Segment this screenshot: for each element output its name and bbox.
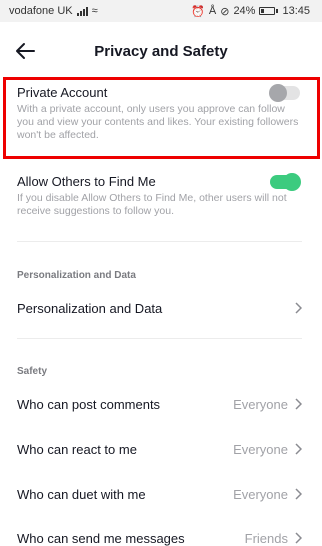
chevron-right-icon bbox=[295, 302, 302, 314]
row-value: Everyone bbox=[233, 441, 288, 457]
row-right: Everyone bbox=[233, 397, 302, 412]
section-label-safety: Safety bbox=[17, 366, 48, 377]
chevron-right-icon bbox=[295, 532, 302, 544]
private-account-description: With a private account, only users you a… bbox=[17, 103, 299, 141]
signal-icon bbox=[76, 6, 88, 16]
page-title: Privacy and Safety bbox=[94, 43, 228, 60]
toggle-knob bbox=[269, 84, 287, 102]
row-right: Everyone bbox=[233, 487, 302, 502]
divider bbox=[17, 241, 302, 242]
private-account-toggle[interactable] bbox=[269, 84, 300, 102]
carrier-label: vodafone UK bbox=[9, 5, 73, 17]
toggle-knob bbox=[283, 173, 301, 191]
row-label: Who can post comments bbox=[17, 396, 161, 412]
personalization-row[interactable]: Personalization and Data bbox=[17, 297, 302, 319]
safety-row-comments[interactable]: Who can post comments Everyone bbox=[17, 393, 302, 415]
safety-row-react[interactable]: Who can react to me Everyone bbox=[17, 438, 302, 460]
row-right: Everyone bbox=[233, 442, 302, 457]
mute-icon: ⊘ bbox=[220, 5, 230, 18]
row-label: Who can duet with me bbox=[17, 486, 146, 502]
row-label: Who can send me messages bbox=[17, 530, 185, 546]
row-right: Friends bbox=[245, 531, 302, 546]
row-value: Everyone bbox=[233, 396, 288, 412]
chevron-right-icon bbox=[295, 443, 302, 455]
find-me-description: If you disable Allow Others to Find Me, … bbox=[17, 192, 287, 217]
status-right: ⏰ Å ⊘ 24% 13:45 bbox=[191, 5, 310, 18]
battery-icon bbox=[259, 7, 279, 15]
safety-row-duet[interactable]: Who can duet with me Everyone bbox=[17, 483, 302, 505]
find-me-toggle[interactable] bbox=[270, 173, 301, 191]
divider bbox=[17, 338, 302, 339]
wifi-icon: ≈ bbox=[91, 5, 98, 17]
bluetooth-icon: Å bbox=[208, 5, 217, 17]
private-account-title: Private Account bbox=[17, 85, 108, 100]
chevron-right-icon bbox=[295, 488, 302, 500]
alarm-icon: ⏰ bbox=[191, 5, 205, 18]
header: Privacy and Safety bbox=[0, 22, 322, 82]
clock: 13:45 bbox=[282, 5, 310, 17]
battery-percent: 24% bbox=[233, 5, 256, 17]
row-value: Friends bbox=[244, 530, 288, 546]
row-label: Who can react to me bbox=[17, 441, 137, 457]
row-right bbox=[294, 302, 302, 314]
status-bar: vodafone UK ≈ ⏰ Å ⊘ 24% 13:45 bbox=[0, 0, 322, 22]
section-label-personalization: Personalization and Data bbox=[17, 270, 136, 281]
row-value: Everyone bbox=[233, 486, 288, 502]
find-me-title: Allow Others to Find Me bbox=[17, 174, 156, 189]
row-label: Personalization and Data bbox=[17, 300, 163, 316]
private-account-setting: Private Account With a private account, … bbox=[17, 85, 302, 142]
find-me-setting: Allow Others to Find Me If you disable A… bbox=[17, 174, 302, 218]
status-left: vodafone UK ≈ bbox=[9, 5, 98, 17]
chevron-right-icon bbox=[295, 398, 302, 410]
safety-row-messages[interactable]: Who can send me messages Friends bbox=[17, 527, 302, 546]
